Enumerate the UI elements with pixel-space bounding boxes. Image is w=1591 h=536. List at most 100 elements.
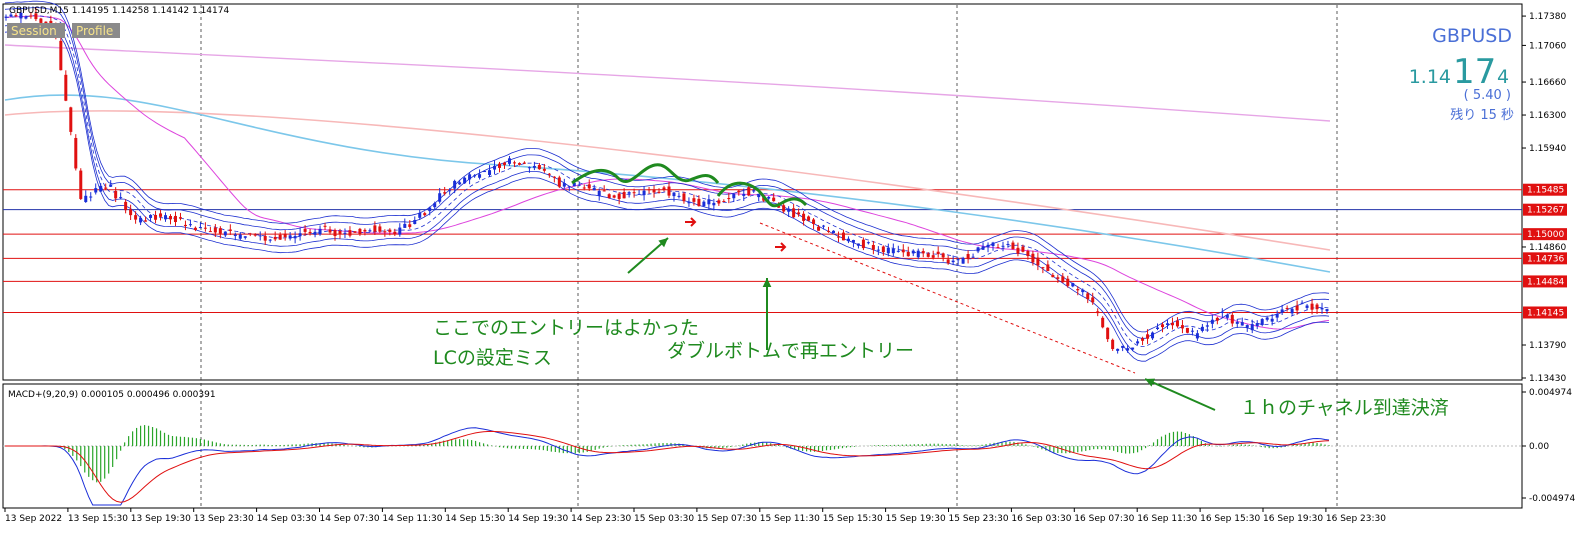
candle-body (94, 188, 98, 193)
candle-body (612, 195, 616, 198)
annotation-good-entry: ここでのエントリーはよかった (433, 317, 699, 339)
time-tick-label: 13 Sep 19:30 (131, 514, 191, 524)
candle-body (677, 195, 681, 197)
candle-body (188, 224, 192, 226)
candle-body (1151, 332, 1155, 339)
candle-body (169, 215, 173, 220)
candle-body (557, 177, 561, 187)
candle-body (527, 167, 531, 169)
candle-body (807, 216, 811, 221)
candle-body (652, 189, 656, 193)
candle-body (323, 225, 327, 227)
candle-body (223, 231, 227, 236)
candle-body (343, 232, 347, 234)
candle-body (787, 208, 791, 212)
candle-body (1190, 330, 1194, 332)
candle-body (1066, 278, 1070, 286)
candle-body (203, 227, 207, 229)
candle-body (991, 242, 995, 247)
candle-body (1300, 302, 1304, 304)
candle-body (1091, 297, 1095, 303)
candle-body (1200, 326, 1204, 331)
candle-body (348, 230, 352, 236)
candle-body (996, 247, 1000, 249)
candle-body (1180, 325, 1184, 329)
candle-body (493, 165, 497, 170)
candle-body (722, 201, 726, 203)
time-tick-label: 15 Sep 15:30 (823, 514, 883, 524)
candle-body (208, 231, 212, 233)
annotation-double-bottom: ダブルボトムで再エントリー (667, 339, 914, 362)
time-tick-label: 16 Sep 11:30 (1137, 514, 1197, 524)
price-big: 17 (1453, 52, 1496, 92)
candle-body (1101, 317, 1105, 328)
candle-body (971, 256, 975, 258)
candle-body (403, 223, 407, 228)
candle-body (622, 192, 626, 199)
candle-body (358, 228, 362, 235)
time-tick-label: 14 Sep 23:30 (571, 514, 631, 524)
candle-body (911, 250, 915, 254)
candle-body (1061, 276, 1065, 283)
candle-body (109, 184, 113, 187)
candle-body (1165, 323, 1169, 326)
candle-body (1031, 253, 1035, 263)
price-tick-label: 1.15000 (1527, 230, 1564, 240)
candle-body (74, 137, 78, 169)
candle-body (313, 231, 317, 235)
price-tick-label: 1.16300 (1529, 111, 1566, 121)
candle-body (647, 189, 651, 191)
session-button-label: Session (11, 24, 57, 38)
candle-body (607, 194, 611, 198)
candle-body (587, 184, 591, 189)
candle-body (1051, 274, 1055, 278)
candle-body (1240, 322, 1244, 326)
candle-body (59, 40, 63, 71)
candle-body (717, 200, 721, 204)
candle-body (368, 230, 372, 232)
candle-body (792, 208, 796, 218)
candle-body (119, 197, 123, 199)
annotation-channel-exit: １ｈのチャネル到達決済 (1240, 397, 1449, 419)
candle-body (1320, 307, 1324, 310)
candle-body (1021, 246, 1025, 252)
candle-body (458, 182, 462, 185)
candle-body (79, 170, 83, 199)
profile-button-label: Profile (76, 24, 113, 38)
candle-body (617, 193, 621, 199)
candle-body (408, 224, 412, 227)
candle-body (846, 238, 850, 242)
candle-body (981, 246, 985, 250)
candle-body (144, 220, 148, 222)
candle-body (1141, 338, 1145, 341)
candle-body (582, 187, 586, 189)
candle-body (702, 201, 706, 207)
candle-body (258, 235, 262, 237)
candle-body (881, 246, 885, 253)
candle-body (732, 193, 736, 199)
candle-body (831, 230, 835, 234)
macd-header: MACD+(9,20,9) 0.000105 0.000496 0.000391 (8, 390, 216, 400)
candle-body (926, 253, 930, 257)
macd-tick-label: -0.004974 (1529, 494, 1575, 504)
candle-body (463, 177, 467, 184)
candle-body (956, 259, 960, 261)
chart-canvas[interactable]: 1.17380 1.17060 1.16660 1.16300 1.15940 1.154… (0, 0, 1591, 536)
candle-body (547, 173, 551, 175)
candle-body (567, 186, 571, 188)
candle-body (1156, 327, 1160, 329)
price-tick-label: 1.15485 (1527, 186, 1564, 196)
candle-body (936, 251, 940, 255)
candle-body (24, 16, 28, 19)
candle-body (129, 209, 133, 216)
candle-body (747, 187, 751, 196)
candle-body (69, 107, 73, 132)
candle-body (139, 217, 143, 223)
candle-body (4, 16, 8, 18)
candle-body (218, 228, 222, 234)
candle-body (243, 236, 247, 238)
annotation-lc-mistake: LCの設定ミス (433, 347, 552, 369)
candle-body (772, 197, 776, 202)
candle-body (861, 239, 865, 249)
candle-body (1210, 319, 1214, 324)
